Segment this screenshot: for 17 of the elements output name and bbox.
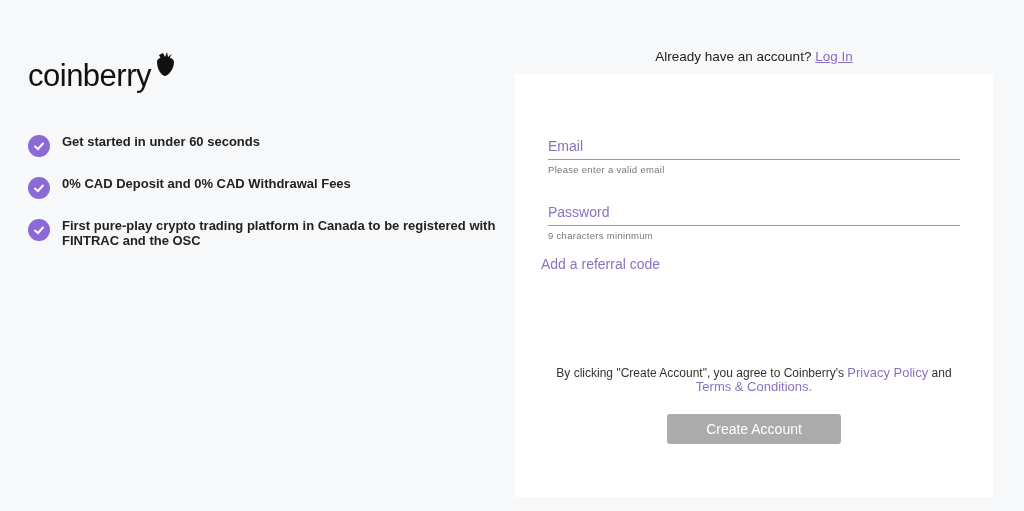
check-icon (28, 177, 50, 199)
email-field[interactable]: Email (548, 134, 960, 160)
field-hint: 9 characters mininmum (548, 230, 655, 241)
feature-text: First pure-play crypto trading platform in Canada to be registered with FINTRAC and the OSC (62, 218, 497, 248)
feature-text: Get started in under 60 seconds (62, 134, 261, 149)
password-field[interactable]: Password (548, 200, 960, 226)
privacy-link[interactable]: Privacy Policy (847, 365, 929, 380)
logo-text: coinberry (28, 60, 151, 91)
terms-link[interactable]: Terms & Conditions. (695, 379, 813, 394)
terms-notice: By clicking "Create Account", you agree to Coinberry's Privacy Policy and Terms & Conditions. (555, 366, 953, 394)
check-icon (28, 135, 50, 157)
login-link[interactable]: Log In (815, 49, 853, 64)
login-prompt: Already have an account? Log In (655, 49, 853, 64)
check-icon (28, 219, 50, 241)
feature-text: 0% CAD Deposit and 0% CAD Withdrawal Fees (62, 176, 352, 191)
field-hint: Please enter a valid email (548, 164, 666, 175)
referral-link[interactable]: Add a referral code (541, 256, 661, 272)
